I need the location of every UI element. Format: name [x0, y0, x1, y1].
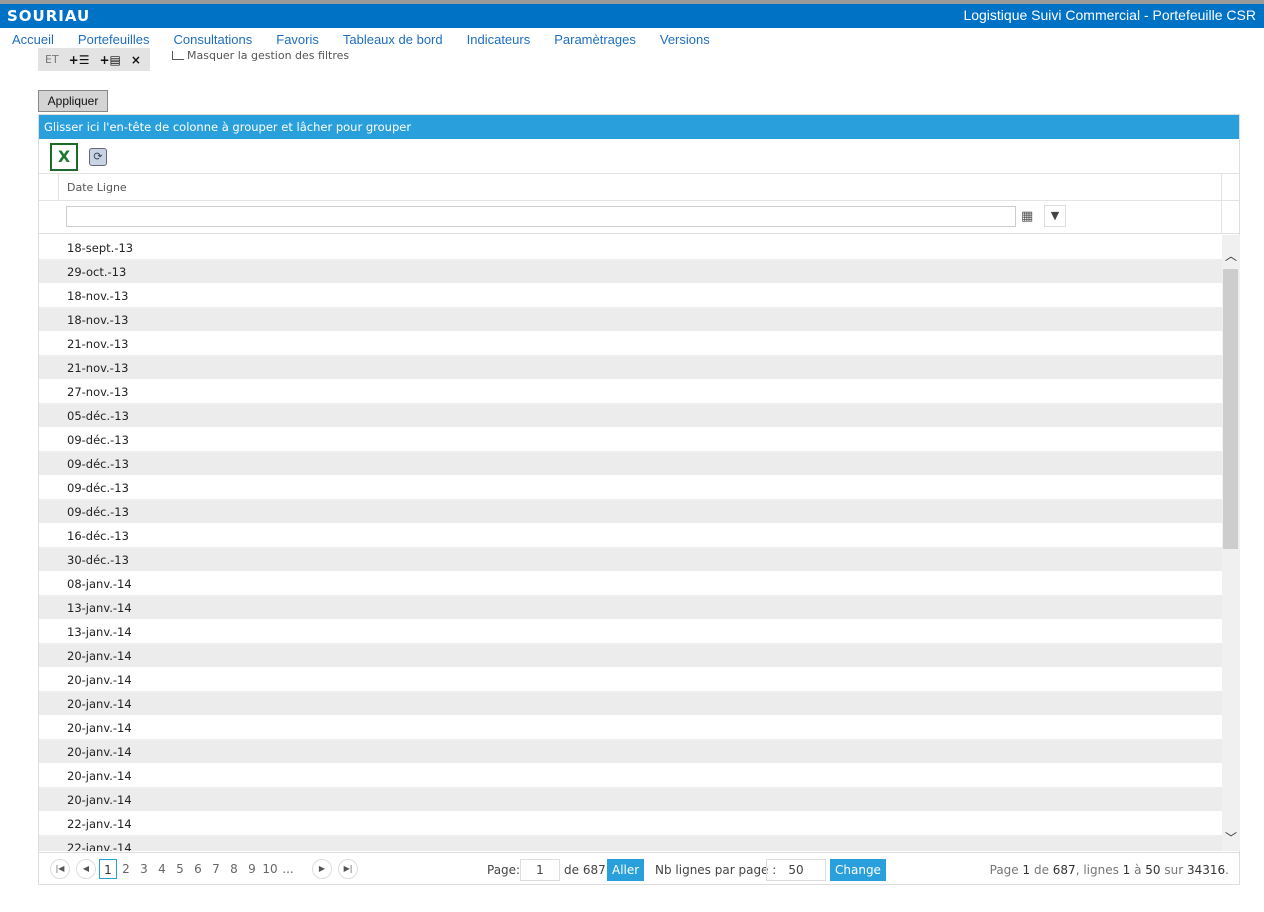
scroll-header-spacer [1221, 174, 1239, 200]
table-row[interactable]: 20-janv.-14 [39, 691, 1222, 715]
menu-accueil[interactable]: Accueil [12, 32, 54, 47]
hide-filters-label: Masquer la gestion des filtres [187, 49, 350, 62]
page-link[interactable]: 1 [99, 859, 117, 879]
page-link[interactable]: ... [279, 859, 297, 879]
vertical-scrollbar[interactable]: ︿ ﹀ [1222, 235, 1240, 851]
page-link[interactable]: 7 [207, 859, 225, 879]
menu-parametrages[interactable]: Paramètrages [554, 32, 636, 47]
column-header-row: Date Ligne [39, 174, 1239, 201]
page-link[interactable]: 5 [171, 859, 189, 879]
rows-per-page-input[interactable]: 50 [766, 859, 826, 881]
table-row[interactable]: 20-janv.-14 [39, 787, 1222, 811]
page-numbers: 1 2 3 4 5 6 7 8 9 10... [99, 859, 297, 879]
column-header-date-ligne[interactable]: Date Ligne [67, 181, 127, 194]
table-row[interactable]: 30-déc.-13 [39, 547, 1222, 571]
table-row[interactable]: 09-déc.-13 [39, 451, 1222, 475]
table-row[interactable]: 21-nov.-13 [39, 355, 1222, 379]
change-button[interactable]: Change [830, 859, 886, 881]
menu-favoris[interactable]: Favoris [276, 32, 319, 47]
menu-consultations[interactable]: Consultations [173, 32, 252, 47]
page-link[interactable]: 6 [189, 859, 207, 879]
table-row[interactable]: 16-déc.-13 [39, 523, 1222, 547]
table-row[interactable]: 20-janv.-14 [39, 667, 1222, 691]
table-row[interactable]: 29-oct.-13 [39, 259, 1222, 283]
scrollbar-thumb[interactable] [1223, 269, 1238, 549]
table-row[interactable]: 08-janv.-14 [39, 571, 1222, 595]
add-group-icon[interactable]: +▤ [99, 53, 120, 67]
pager: |◀ ◀ 1 2 3 4 5 6 7 8 9 10... ▶ ▶| Page: 1 de 687 … [39, 852, 1239, 884]
main-menu: Accueil Portefeuilles Consultations Favo… [12, 32, 710, 47]
table-row[interactable]: 20-janv.-14 [39, 763, 1222, 787]
table-row[interactable]: 20-janv.-14 [39, 643, 1222, 667]
table-row[interactable]: 21-nov.-13 [39, 331, 1222, 355]
page-input[interactable]: 1 [520, 859, 560, 881]
page-label: Page: [487, 863, 521, 877]
pager-info: Page 1 de 687, lignes 1 à 50 sur 34316. [989, 863, 1229, 877]
table-row[interactable]: 22-janv.-14 [39, 835, 1222, 851]
app-title: Logistique Suivi Commercial - Portefeuil… [963, 7, 1256, 23]
go-button[interactable]: Aller [607, 859, 645, 881]
chevron-up-icon[interactable]: ︿ [1222, 247, 1240, 267]
table-row[interactable]: 20-janv.-14 [39, 715, 1222, 739]
data-grid: Glisser ici l'en-tête de colonne à group… [38, 114, 1240, 885]
last-page-icon[interactable]: ▶| [338, 859, 358, 879]
app-header: SOURIAU Logistique Suivi Commercial - Po… [0, 4, 1264, 28]
next-page-icon[interactable]: ▶ [312, 859, 332, 879]
filter-builder: ET +☰ +▤ × [38, 48, 150, 71]
page-link[interactable]: 9 [243, 859, 261, 879]
hide-filters-checkbox[interactable] [172, 51, 184, 60]
calendar-icon[interactable]: ▦ [1021, 209, 1033, 224]
excel-export-icon[interactable]: X [50, 143, 78, 171]
prev-page-icon[interactable]: ◀ [76, 859, 96, 879]
refresh-icon[interactable]: ⟳ [89, 148, 107, 166]
page-link[interactable]: 4 [153, 859, 171, 879]
grid-rows: 18-sept.-13 29-oct.-13 18-nov.-13 18-nov.-1… [39, 235, 1222, 851]
add-rule-icon[interactable]: +☰ [69, 53, 90, 67]
menu-tableaux-de-bord[interactable]: Tableaux de bord [343, 32, 443, 47]
page-link[interactable]: 10 [261, 859, 279, 879]
date-filter-input[interactable] [66, 206, 1016, 227]
logo: SOURIAU [7, 7, 91, 25]
group-drop-zone[interactable]: Glisser ici l'en-tête de colonne à group… [39, 115, 1239, 139]
first-page-icon[interactable]: |◀ [50, 859, 70, 879]
hide-filters-toggle[interactable]: Masquer la gestion des filtres [172, 49, 349, 62]
table-row[interactable]: 13-janv.-14 [39, 619, 1222, 643]
table-row[interactable]: 05-déc.-13 [39, 403, 1222, 427]
page-link[interactable]: 2 [117, 859, 135, 879]
grid-toolbar: X ⟳ [39, 139, 1239, 174]
table-row[interactable]: 13-janv.-14 [39, 595, 1222, 619]
close-icon[interactable]: × [131, 53, 141, 67]
filter-icon[interactable]: ▼ [1044, 205, 1066, 227]
table-row[interactable]: 09-déc.-13 [39, 475, 1222, 499]
page-link[interactable]: 8 [225, 859, 243, 879]
table-row[interactable]: 18-nov.-13 [39, 283, 1222, 307]
menu-portefeuilles[interactable]: Portefeuilles [78, 32, 150, 47]
page-count: de 687 [564, 863, 606, 877]
table-row[interactable]: 09-déc.-13 [39, 427, 1222, 451]
chevron-down-icon[interactable]: ﹀ [1222, 829, 1240, 849]
rows-per-page-label: Nb lignes par page : [655, 863, 777, 877]
page-link[interactable]: 3 [135, 859, 153, 879]
table-row[interactable]: 27-nov.-13 [39, 379, 1222, 403]
apply-button[interactable]: Appliquer [38, 90, 108, 112]
table-row[interactable]: 20-janv.-14 [39, 739, 1222, 763]
table-row[interactable]: 09-déc.-13 [39, 499, 1222, 523]
menu-indicateurs[interactable]: Indicateurs [467, 32, 531, 47]
table-row[interactable]: 18-sept.-13 [39, 235, 1222, 259]
scroll-filter-spacer [1221, 201, 1239, 233]
table-row[interactable]: 18-nov.-13 [39, 307, 1222, 331]
row-indicator-header [39, 174, 59, 200]
filter-operator[interactable]: ET [45, 53, 59, 66]
menu-versions[interactable]: Versions [660, 32, 710, 47]
table-row[interactable]: 22-janv.-14 [39, 811, 1222, 835]
filter-row: ▦ ▼ [39, 201, 1239, 234]
